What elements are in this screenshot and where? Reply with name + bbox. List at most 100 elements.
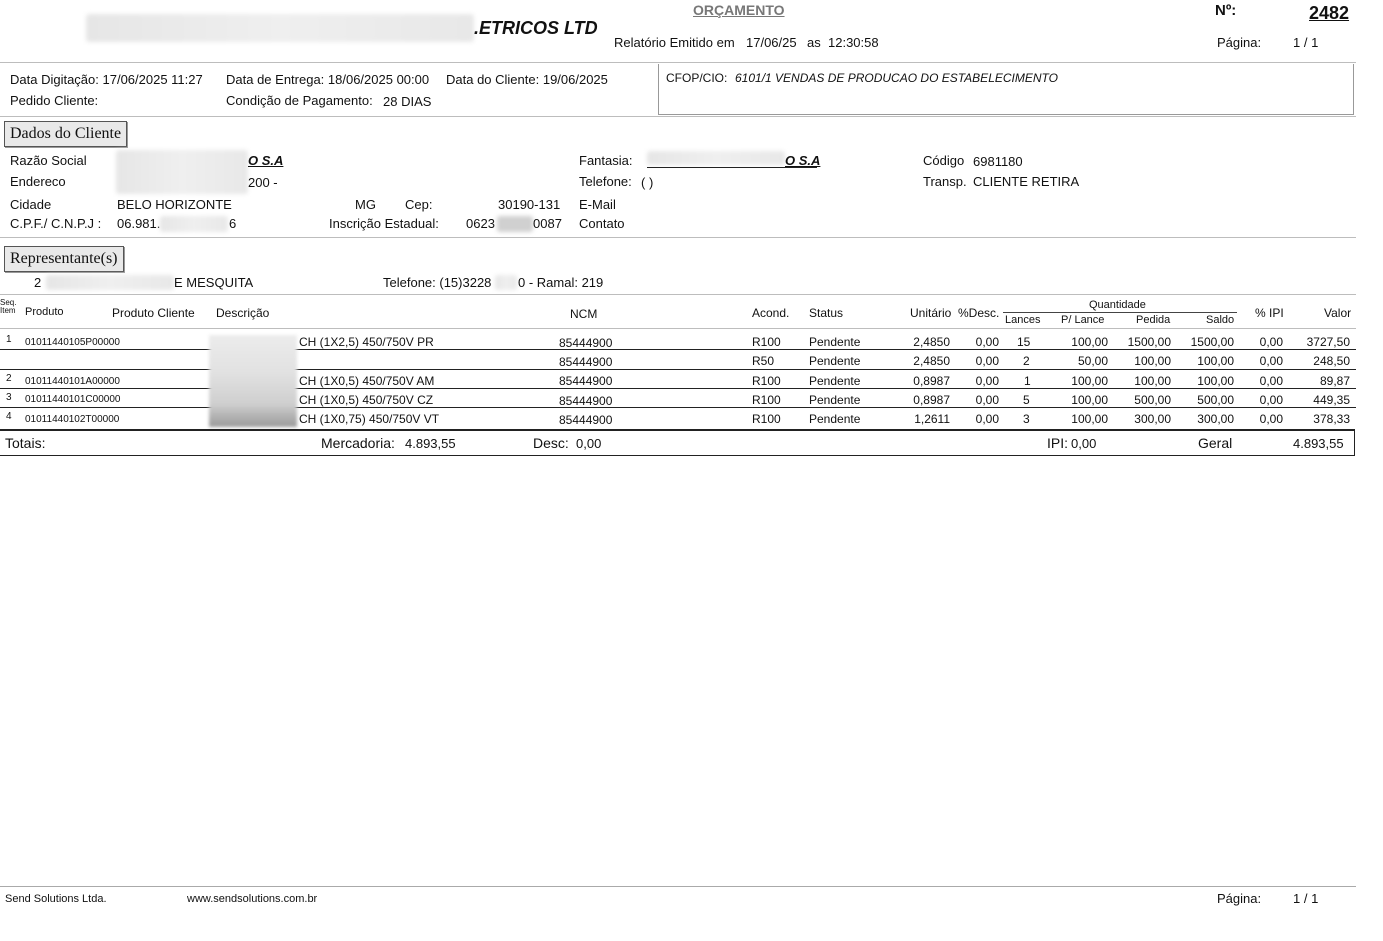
section-dados-cliente: Dados do Cliente [4,121,128,147]
col-descricao: Descrição [216,306,270,320]
row-pedida: 1500,00 [1127,335,1171,349]
row-status: Pendente [809,374,861,388]
report-date: 17/06/25 [746,35,797,50]
cfop-value: 6101/1 VENDAS DE PRODUCAO DO ESTABELECIM… [735,71,1058,85]
representante-telefone-suffix: 0 - Ramal: 219 [518,275,604,290]
razao-social-label: Razão Social [10,153,87,168]
desc-total-value: 0,00 [576,436,602,451]
desc-total-label: Desc: [533,435,569,451]
row-status: Pendente [809,354,861,368]
footer-company: Send Solutions Ltda. [5,893,107,905]
row-acond: R100 [752,374,781,388]
row-valor: 378,33 [1313,412,1350,426]
col-saldo: Saldo [1206,314,1235,326]
row-ipi: 0,00 [1259,354,1283,368]
col-produto: Produto [25,306,64,318]
row-valor: 449,35 [1313,393,1350,407]
col-quantidade: Quantidade [1089,299,1146,311]
row-unitario: 2,4850 [913,335,950,349]
row-unitario: 1,2611 [914,412,950,426]
row-produto: 01011440101A00000 [25,376,120,387]
footer-page-number: 1 / 1 [1293,891,1319,906]
row-divider [0,388,1356,389]
row-seq: 4 [6,411,12,422]
col-unitario: Unitário [910,306,952,320]
row-saldo: 300,00 [1197,412,1234,426]
row-ncm: 85444900 [559,374,613,388]
row-valor: 3727,50 [1306,335,1350,349]
info-divider [0,116,1356,117]
row-produto: 01011440105P00000 [25,337,120,348]
col-valor: Valor [1324,306,1352,320]
codigo-label: Código [923,153,965,168]
col-p-lance: P/ Lance [1061,314,1105,326]
report-time: 12:30:58 [828,35,879,50]
representante-telefone-prefix: Telefone: (15)3228 [383,275,492,290]
redacted-fantasia [647,151,785,165]
row-descricao: CH (1X2,5) 450/750V PR [299,335,434,349]
footer-page-label: Página: [1217,891,1262,906]
endereco-value: 200 - [248,175,278,190]
col-ncm: NCM [570,307,598,321]
representante-name: E MESQUITA [174,275,254,290]
company-name: .ETRICOS LTD [474,18,598,38]
condicao-pagamento-label: Condição de Pagamento: [226,93,373,108]
row-pedida: 500,00 [1134,393,1171,407]
endereco-label: Endereco [10,174,66,189]
mercadoria-label: Mercadoria: [321,435,395,451]
row-divider [0,349,1356,350]
geral-label: Geral [1198,435,1233,451]
redacted-cnpj [160,216,228,232]
row-descricao: CH (1X0,5) 450/750V AM [299,374,435,388]
row-divider [0,407,1356,408]
row-lances: 1 [1024,374,1031,388]
redacted-descricao-column [209,335,297,427]
cep-value: 30190-131 [498,197,561,212]
row-ncm: 85444900 [559,413,613,427]
ipi-total-value: 0,00 [1071,436,1097,451]
row-desc: 0,00 [975,412,999,426]
row-divider [0,369,1356,370]
row-saldo: 100,00 [1197,354,1234,368]
cnpj-suffix: 6 [229,216,237,231]
col-pedida: Pedida [1136,314,1171,326]
page-label: Página: [1217,35,1262,50]
row-unitario: 2,4850 [913,354,950,368]
redacted-representante [46,275,174,290]
col-seq: Seq. Item [0,298,17,315]
row-unitario: 0,8987 [913,374,950,388]
col-acond: Acond. [752,306,790,320]
row-ipi: 0,00 [1259,335,1283,349]
row-descricao: CH (1X0,75) 450/750V VT [299,412,440,426]
row-ipi: 0,00 [1259,412,1283,426]
row-status: Pendente [809,335,861,349]
row-p-lance: 100,00 [1071,412,1108,426]
row-acond: R100 [752,393,781,407]
row-saldo: 100,00 [1197,374,1234,388]
page-number: 1 / 1 [1293,35,1319,50]
totals-label: Totais: [5,435,46,451]
inscricao-estadual-suffix: 0087 [533,216,562,231]
row-lances: 5 [1023,393,1030,407]
redacted-company-name [86,14,474,42]
codigo-value: 6981180 [973,154,1023,169]
row-unitario: 0,8987 [913,393,950,407]
row-status: Pendente [809,412,861,426]
col-status: Status [809,306,844,320]
transp-label: Transp. [923,174,967,189]
row-p-lance: 100,00 [1071,393,1108,407]
report-issued-label: Relatório Emitido em [614,35,735,50]
cep-label: Cep: [405,197,433,212]
redacted-razao-social [116,150,248,194]
fantasia-value: O S.A [785,153,821,168]
row-ipi: 0,00 [1259,374,1283,388]
row-seq: 2 [6,373,12,384]
representante-divider [0,294,1356,295]
representante-code: 2 [34,275,42,290]
row-acond: R100 [752,335,781,349]
row-status: Pendente [809,393,861,407]
data-digitacao: Data Digitação: 17/06/2025 11:27 [10,72,203,87]
header-divider [0,62,1356,63]
row-pedida: 300,00 [1134,412,1171,426]
redacted-representante-phone [495,275,517,290]
